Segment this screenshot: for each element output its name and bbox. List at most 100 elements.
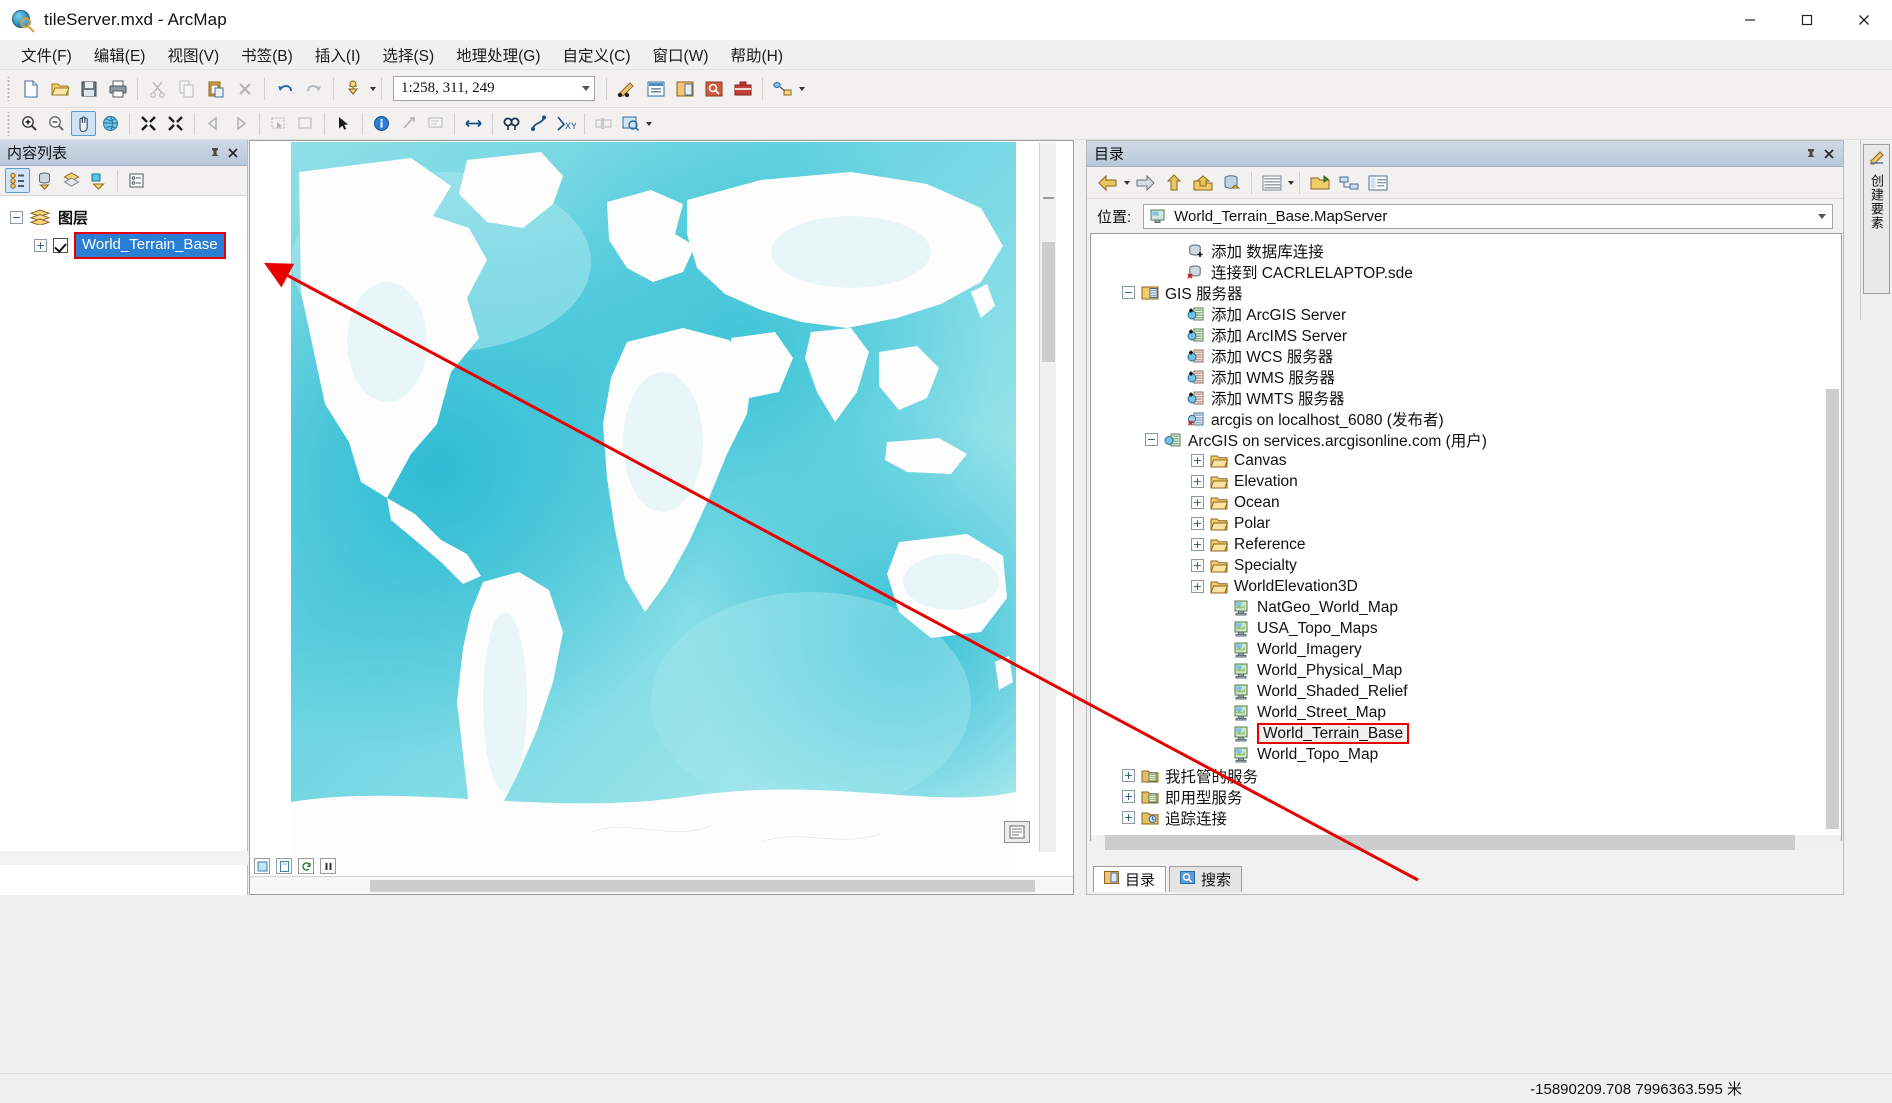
up-one-level-icon[interactable] [1160, 169, 1187, 196]
menu-file[interactable]: 文件(F) [10, 41, 83, 69]
list-by-drawing-order-icon[interactable] [5, 168, 30, 193]
menu-edit[interactable]: 编辑(E) [83, 41, 157, 69]
catalog-tree-item[interactable]: + Specialty [1091, 555, 1841, 576]
create-viewer-window-icon[interactable] [618, 111, 643, 136]
data-view-icon[interactable] [254, 858, 270, 874]
catalog-vertical-scrollbar[interactable] [1826, 389, 1839, 829]
select-elements-icon[interactable] [331, 111, 356, 136]
add-data-dropdown-icon[interactable] [370, 86, 376, 91]
catalog-tree-item[interactable]: + Reference [1091, 534, 1841, 555]
location-combobox[interactable]: World_Terrain_Base.MapServer [1143, 203, 1833, 229]
catalog-tree-item[interactable]: arcgis on localhost_6080 (发布者) [1091, 408, 1841, 429]
close-icon[interactable] [226, 146, 240, 160]
catalog-tree-item[interactable]: USA_Topo_Maps [1091, 618, 1841, 639]
catalog-tree-item[interactable]: + Polar [1091, 513, 1841, 534]
catalog-tree-container[interactable]: 添加 数据库连接 连接到 CACRLELAPTOP.sde − GIS 服务器 添加 A… [1090, 233, 1842, 841]
map-vertical-scroll-thumb[interactable] [1042, 242, 1055, 362]
catalog-tree-item[interactable]: 添加 WMS 服务器 [1091, 366, 1841, 387]
menu-customize[interactable]: 自定义(C) [552, 41, 642, 69]
print-icon[interactable] [104, 75, 131, 102]
tree-expander-icon[interactable]: + [1191, 454, 1204, 467]
catalog-tree-item[interactable]: 连接到 CACRLELAPTOP.sde [1091, 261, 1841, 282]
menu-help[interactable]: 帮助(H) [720, 41, 795, 69]
catalog-horizontal-scrollbar[interactable] [1091, 835, 1841, 850]
find-icon[interactable] [499, 111, 524, 136]
catalog-tree-item[interactable]: + WorldElevation3D [1091, 576, 1841, 597]
tree-expander-icon[interactable]: + [1122, 769, 1135, 782]
back-dropdown-icon[interactable] [1124, 180, 1130, 185]
toc-layer-world-terrain-base[interactable]: + World_Terrain_Base [34, 231, 247, 259]
toolbar-grip[interactable] [5, 111, 13, 136]
map-horizontal-scrollbar[interactable] [250, 876, 1073, 894]
toc-layer-expander[interactable]: + [34, 238, 47, 252]
catalog-tree-item[interactable]: + 即用型服务 [1091, 786, 1841, 807]
pin-icon[interactable] [208, 146, 222, 160]
item-description-icon[interactable] [1364, 169, 1391, 196]
connect-to-folder-icon[interactable] [1306, 169, 1333, 196]
find-route-icon[interactable] [526, 111, 551, 136]
default-geodatabase-icon[interactable] [1218, 169, 1245, 196]
catalog-tree-item[interactable]: NatGeo_World_Map [1091, 597, 1841, 618]
catalog-window-icon[interactable] [671, 75, 698, 102]
forward-arrow-icon[interactable] [1131, 169, 1158, 196]
toc-root-expander[interactable]: − [10, 210, 23, 224]
search-window-icon[interactable] [700, 75, 727, 102]
home-folder-icon[interactable] [1189, 169, 1216, 196]
pause-drawing-icon[interactable] [320, 858, 336, 874]
catalog-tree-item[interactable]: + 追踪连接 [1091, 807, 1841, 828]
zoom-out-icon[interactable] [44, 111, 69, 136]
list-by-selection-icon[interactable] [86, 168, 111, 193]
tree-expander-icon[interactable]: + [1191, 580, 1204, 593]
fixed-zoom-out-icon[interactable] [163, 111, 188, 136]
map-scale-combobox[interactable]: 1:258, 311, 249 [393, 76, 595, 101]
catalog-tree-item[interactable]: + Canvas [1091, 450, 1841, 471]
identify-icon[interactable] [369, 111, 394, 136]
tab-catalog[interactable]: 目录 [1093, 866, 1167, 892]
tree-expander-icon[interactable]: + [1191, 517, 1204, 530]
tree-expander-icon[interactable]: + [1122, 790, 1135, 803]
add-data-icon[interactable] [340, 75, 367, 102]
model-builder-dropdown-icon[interactable] [799, 86, 805, 91]
map-canvas[interactable] [251, 142, 1056, 867]
catalog-tree-item[interactable]: World_Physical_Map [1091, 660, 1841, 681]
measure-icon[interactable] [461, 111, 486, 136]
save-icon[interactable] [75, 75, 102, 102]
create-features-vertical-tab[interactable]: 创建要素 [1863, 144, 1890, 294]
organize-toolboxes-icon[interactable] [1335, 169, 1362, 196]
tree-expander-icon[interactable]: + [1191, 559, 1204, 572]
undo-icon[interactable] [271, 75, 298, 102]
data-frame-options-icon[interactable] [1004, 821, 1030, 843]
catalog-tree-item[interactable]: 添加 ArcGIS Server [1091, 303, 1841, 324]
menu-insert[interactable]: 插入(I) [304, 41, 372, 69]
menu-selection[interactable]: 选择(S) [371, 41, 445, 69]
tree-expander-icon[interactable]: + [1122, 811, 1135, 824]
catalog-tree-item[interactable]: World_Terrain_Base [1091, 723, 1841, 744]
layer-visibility-checkbox[interactable] [53, 237, 68, 253]
tab-search[interactable]: 搜索 [1169, 866, 1243, 892]
toolbar-grip[interactable] [5, 76, 13, 101]
contents-dropdown-icon[interactable] [1288, 180, 1294, 185]
editor-toolbar-icon[interactable] [613, 75, 640, 102]
pin-icon[interactable] [1804, 147, 1818, 161]
toc-root-layers[interactable]: − 图层 [10, 206, 247, 228]
tree-expander-icon[interactable]: + [1191, 538, 1204, 551]
pan-icon[interactable] [71, 111, 96, 136]
menu-windows[interactable]: 窗口(W) [642, 41, 720, 69]
go-to-xy-icon[interactable]: XY [553, 111, 578, 136]
maximize-button[interactable] [1778, 0, 1835, 40]
catalog-tree-item[interactable]: + Ocean [1091, 492, 1841, 513]
options-icon[interactable] [124, 168, 149, 193]
catalog-tree-item[interactable]: + 我托管的服务 [1091, 765, 1841, 786]
list-by-visibility-icon[interactable] [59, 168, 84, 193]
catalog-tree-item[interactable]: 添加 数据库连接 [1091, 240, 1841, 261]
tree-expander-icon[interactable]: − [1145, 433, 1158, 446]
menu-bookmarks[interactable]: 书签(B) [230, 41, 304, 69]
close-icon[interactable] [1822, 147, 1836, 161]
paste-icon[interactable] [202, 75, 229, 102]
catalog-vertical-scroll-thumb[interactable] [1826, 389, 1839, 829]
arctoolbox-icon[interactable] [729, 75, 756, 102]
map-vertical-scrollbar[interactable] [1039, 142, 1056, 852]
catalog-tree-item[interactable]: − GIS 服务器 [1091, 282, 1841, 303]
catalog-tree-item[interactable]: World_Shaded_Relief [1091, 681, 1841, 702]
layout-view-icon[interactable] [276, 858, 292, 874]
